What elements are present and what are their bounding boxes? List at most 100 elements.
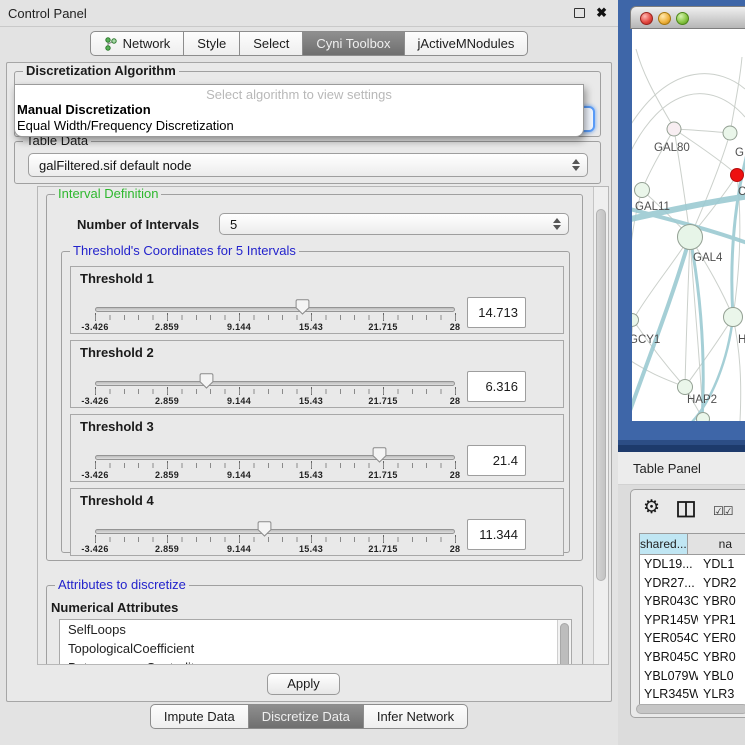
table-header: shared... na — [640, 534, 745, 555]
node-label: GCY1 — [632, 334, 660, 346]
minimize-traffic-light[interactable] — [658, 12, 671, 25]
split-columns-icon[interactable] — [677, 501, 696, 518]
number-of-intervals-label: Number of Intervals — [77, 217, 199, 232]
table-row[interactable]: YLR345WYLR3 — [640, 685, 745, 704]
attributes-group: Attributes to discretize Numerical Attri… — [46, 585, 583, 665]
gear-icon[interactable]: ⚙ — [643, 498, 660, 518]
algorithm-dropdown-popup: Select algorithm to view settings Manual… — [14, 84, 584, 137]
network-icon — [104, 37, 118, 51]
control-panel-titlebar: Control Panel ✖ — [0, 0, 618, 27]
table-row[interactable]: YBR043CYBR0 — [640, 592, 745, 611]
table-row[interactable]: YBR045CYBR0 — [640, 648, 745, 667]
table-row[interactable]: YDR27...YDR2 — [640, 574, 745, 593]
table-row[interactable]: YER054CYER0 — [640, 629, 745, 648]
network-window-titlebar — [630, 6, 745, 29]
tab-network[interactable]: Network — [90, 31, 185, 56]
table-panel-window: ⚙ ☑☑ shared... na YDL19...YDL1 YDR27...Y… — [630, 489, 745, 718]
network-canvas[interactable]: GAL80 G C GAL11 GAL4 GCY1 H HAP2 — [632, 29, 745, 421]
network-graph: GAL80 G C GAL11 GAL4 GCY1 H HAP2 — [632, 29, 745, 421]
thresholds-group-title: Threshold's Coordinates for 5 Intervals — [70, 244, 299, 258]
panel-title: Control Panel — [8, 6, 87, 21]
slider-minor-ticks — [95, 537, 456, 542]
popup-option-manual[interactable]: Manual Discretization — [15, 102, 583, 118]
list-item[interactable]: TopologicalCoefficient — [60, 639, 571, 658]
threshold-panel: Threshold 4 -3.4262.8599.14415.4321.7152… — [70, 488, 564, 556]
threshold-value-field[interactable]: 6.316 — [467, 371, 526, 402]
column-header-shared-name[interactable]: shared... — [640, 534, 688, 554]
node-gal80 — [667, 122, 681, 136]
tab-jactivemnodules[interactable]: jActiveMNodules — [405, 31, 529, 56]
number-of-intervals-combobox[interactable]: 5 — [219, 213, 569, 235]
column-header-name[interactable]: na — [688, 534, 745, 554]
node-gal4 — [678, 225, 703, 250]
threshold-slider-track[interactable] — [95, 529, 455, 534]
list-item[interactable]: SelfLoops — [60, 620, 571, 639]
popup-option-equal-width[interactable]: Equal Width/Frequency Discretization — [15, 118, 583, 134]
threshold-value-field[interactable]: 21.4 — [467, 445, 526, 476]
slider-minor-ticks — [95, 389, 456, 394]
tab-style[interactable]: Style — [184, 31, 240, 56]
slider-minor-ticks — [95, 463, 456, 468]
interval-definition-group: Interval Definition Number of Intervals … — [46, 194, 583, 561]
tab-infer-network[interactable]: Infer Network — [364, 704, 468, 729]
table-row[interactable]: YBL079WYBL0 — [640, 667, 745, 686]
threshold-slider-thumb[interactable] — [295, 299, 310, 318]
threshold-slider-thumb[interactable] — [257, 521, 272, 540]
combo-stepper-icon — [553, 218, 561, 230]
node-label: GAL11 — [635, 201, 670, 213]
close-traffic-light[interactable] — [640, 12, 653, 25]
horizontal-scrollbar — [636, 704, 745, 714]
tab-discretize-data[interactable]: Discretize Data — [249, 704, 364, 729]
threshold-panel: Threshold 1 -3.4262.8599.14415.4321.7152… — [70, 266, 564, 334]
close-icon[interactable]: ✖ — [596, 5, 607, 21]
threshold-value-field[interactable]: 11.344 — [467, 519, 526, 550]
node-top-right — [723, 126, 737, 140]
node-gcy1 — [632, 314, 639, 327]
node-label: G — [735, 147, 744, 159]
table-panel-title: Table Panel — [633, 461, 701, 476]
attributes-list: SelfLoops TopologicalCoefficient Between… — [59, 619, 572, 665]
cyni-toolbox-panel: Discretization Algorithm Select algorith… — [6, 62, 612, 702]
node-red-selected — [731, 169, 744, 182]
table-row[interactable]: YPR145WYPR1 — [640, 611, 745, 630]
table-data-combobox[interactable]: galFiltered.sif default node — [28, 153, 588, 177]
horizontal-scrollbar-thumb[interactable] — [636, 704, 745, 714]
control-panel-window: Control Panel ✖ Network Style Select Cyn… — [0, 0, 618, 745]
vertical-scrollbar — [593, 187, 608, 664]
combo-stepper-icon — [572, 159, 580, 171]
float-window-icon[interactable] — [574, 8, 585, 18]
discretization-algorithm-title: Discretization Algorithm — [23, 64, 179, 78]
threshold-slider-track[interactable] — [95, 307, 455, 312]
popup-hint: Select algorithm to view settings — [15, 85, 583, 102]
apply-button[interactable]: Apply — [267, 673, 340, 695]
interval-definition-title: Interval Definition — [55, 187, 161, 201]
node-bottom — [697, 413, 710, 422]
threshold-slider-track[interactable] — [95, 381, 455, 386]
threshold-slider-track[interactable] — [95, 455, 455, 460]
tab-cyni-toolbox[interactable]: Cyni Toolbox — [303, 31, 404, 56]
bottom-tabbar: Impute Data Discretize Data Infer Networ… — [0, 704, 618, 729]
zoom-traffic-light[interactable] — [676, 12, 689, 25]
tab-select[interactable]: Select — [240, 31, 303, 56]
list-scrollbar-thumb[interactable] — [560, 623, 569, 665]
tab-impute-data[interactable]: Impute Data — [150, 704, 249, 729]
settings-scrollpane: Interval Definition Number of Intervals … — [37, 186, 609, 665]
threshold-panel: Threshold 2 -3.4262.8599.14415.4321.7152… — [70, 340, 564, 408]
node-label: GAL80 — [654, 142, 690, 154]
threshold-value-field[interactable]: 14.713 — [467, 297, 526, 328]
list-scrollbar — [557, 620, 571, 665]
network-window: GAL80 G C GAL11 GAL4 GCY1 H HAP2 — [630, 6, 745, 422]
slider-minor-ticks — [95, 315, 456, 320]
numerical-attributes-label: Numerical Attributes — [51, 600, 178, 615]
threshold-slider-thumb[interactable] — [199, 373, 214, 392]
table-panel-bar: Table Panel — [618, 452, 745, 485]
threshold-panel: Threshold 3 -3.4262.8599.14415.4321.7152… — [70, 414, 564, 482]
threshold-slider-thumb[interactable] — [372, 447, 387, 466]
node-label: HAP2 — [687, 394, 717, 406]
list-item[interactable]: BetweennessCentrality — [60, 658, 571, 665]
attributes-group-title: Attributes to discretize — [55, 578, 189, 592]
vertical-scrollbar-thumb[interactable] — [596, 209, 606, 581]
node-hap2 — [678, 380, 693, 395]
checkboxes-icon[interactable]: ☑☑ — [713, 504, 733, 518]
table-row[interactable]: YDL19...YDL1 — [640, 555, 745, 574]
